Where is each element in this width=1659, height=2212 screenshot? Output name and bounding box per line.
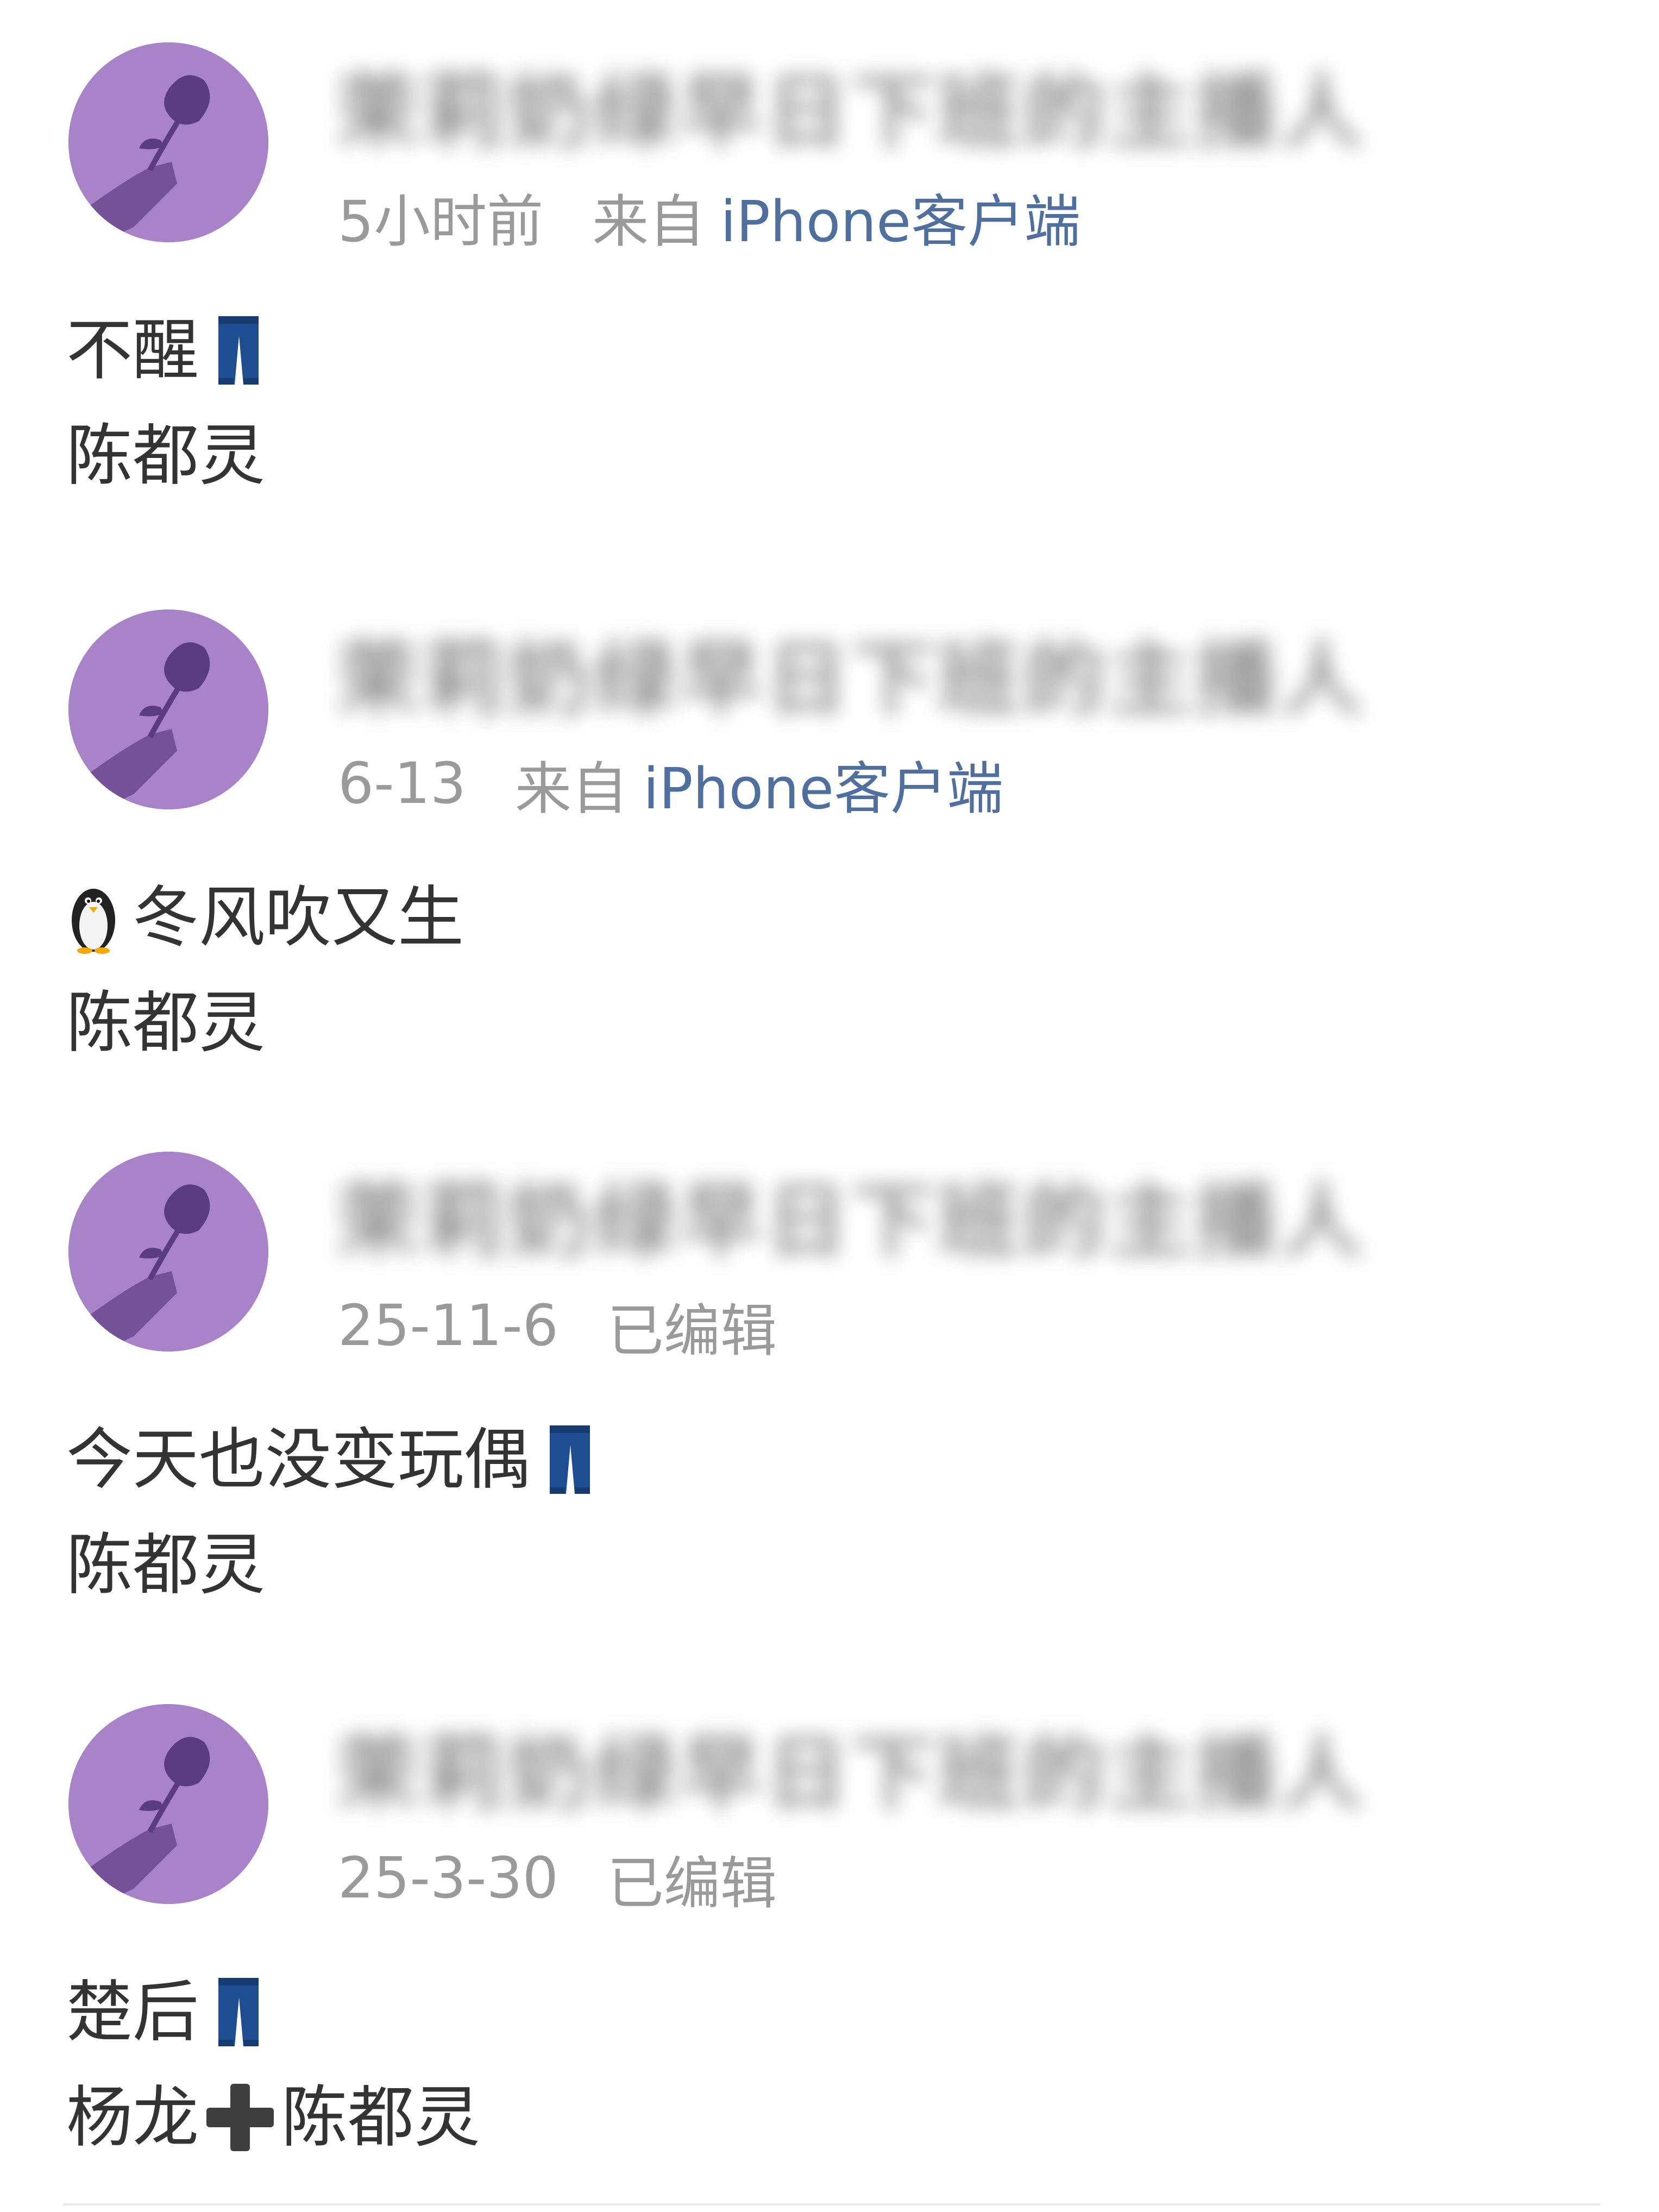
source-prefix: 来自 (592, 188, 706, 255)
post-meta: 6-13 来自 iPhone客户端 (338, 745, 1003, 822)
username[interactable]: 茉莉奶绿早日下班的主播人 (337, 1168, 1362, 1269)
content-text: 陈都灵 (66, 417, 265, 494)
source-prefix: 来自 (515, 755, 629, 822)
content-line: 陈都灵 (66, 403, 265, 508)
avatar[interactable] (68, 609, 268, 809)
post-feed: 茉莉奶绿早日下班的主播人 5小时前 来自 iPhone客户端 不醒 陈都灵 茉莉… (0, 0, 1659, 2212)
content-line: 杨龙 陈都灵 (66, 2065, 480, 2170)
content-text: 杨龙 (66, 2079, 199, 2156)
content-line: 冬风吹又生 (66, 865, 464, 970)
content-text: 不醒 (66, 312, 199, 389)
penguin-icon (66, 881, 121, 954)
username-text: 茉莉奶绿早日下班的主播人 (337, 1174, 1367, 1269)
post-time: 6-13 (338, 750, 467, 816)
avatar[interactable] (68, 42, 268, 242)
content-text: 今天也没变玩偶 (66, 1421, 530, 1498)
edited-label: 已编辑 (607, 1850, 777, 1916)
content-line: 不醒 (66, 298, 265, 403)
post-content: 今天也没变玩偶 陈都灵 (66, 1407, 593, 1618)
username[interactable]: 茉莉奶绿早日下班的主播人 (337, 59, 1362, 160)
post-time: 5小时前 (338, 188, 544, 255)
post-content: 不醒 陈都灵 (66, 298, 265, 508)
post-content: 冬风吹又生 陈都灵 (66, 865, 464, 1076)
content-text: 陈都灵 (281, 2079, 480, 2156)
rose-avatar-icon (68, 609, 268, 809)
username[interactable]: 茉莉奶绿早日下班的主播人 (337, 1720, 1362, 1821)
username-text: 茉莉奶绿早日下班的主播人 (337, 632, 1367, 727)
username-text: 茉莉奶绿早日下班的主播人 (337, 1726, 1367, 1821)
divider (63, 2203, 1600, 2205)
avatar[interactable] (68, 1704, 268, 1904)
content-line: 陈都灵 (66, 970, 464, 1076)
post-meta: 25-11-6 已编辑 (338, 1287, 777, 1364)
plus-icon (202, 2079, 278, 2156)
post-time: 25-3-30 (338, 1845, 558, 1911)
username-text: 茉莉奶绿早日下班的主播人 (337, 65, 1367, 160)
post-meta: 25-3-30 已编辑 (338, 1840, 777, 1916)
jeans-icon (215, 1976, 262, 2048)
rose-avatar-icon (68, 1152, 268, 1352)
jeans-icon (546, 1423, 593, 1496)
content-line: 陈都灵 (66, 1512, 593, 1618)
content-line: 楚后 (66, 1959, 480, 2065)
source-client-link[interactable]: iPhone客户端 (720, 175, 1080, 257)
post-content: 楚后 杨龙 陈都灵 (66, 1959, 480, 2170)
rose-avatar-icon (68, 1704, 268, 1904)
content-text: 陈都灵 (66, 1526, 265, 1604)
content-text: 楚后 (66, 1974, 199, 2051)
post-meta: 5小时前 来自 iPhone客户端 (338, 175, 1080, 257)
content-text: 陈都灵 (66, 984, 265, 1061)
content-line: 今天也没变玩偶 (66, 1407, 593, 1512)
avatar[interactable] (68, 1152, 268, 1352)
source-client-link[interactable]: iPhone客户端 (643, 743, 1003, 825)
content-text: 冬风吹又生 (133, 879, 464, 956)
username[interactable]: 茉莉奶绿早日下班的主播人 (337, 626, 1362, 727)
edited-label: 已编辑 (607, 1297, 777, 1364)
rose-avatar-icon (68, 42, 268, 242)
post-time: 25-11-6 (338, 1292, 558, 1359)
jeans-icon (215, 314, 262, 387)
